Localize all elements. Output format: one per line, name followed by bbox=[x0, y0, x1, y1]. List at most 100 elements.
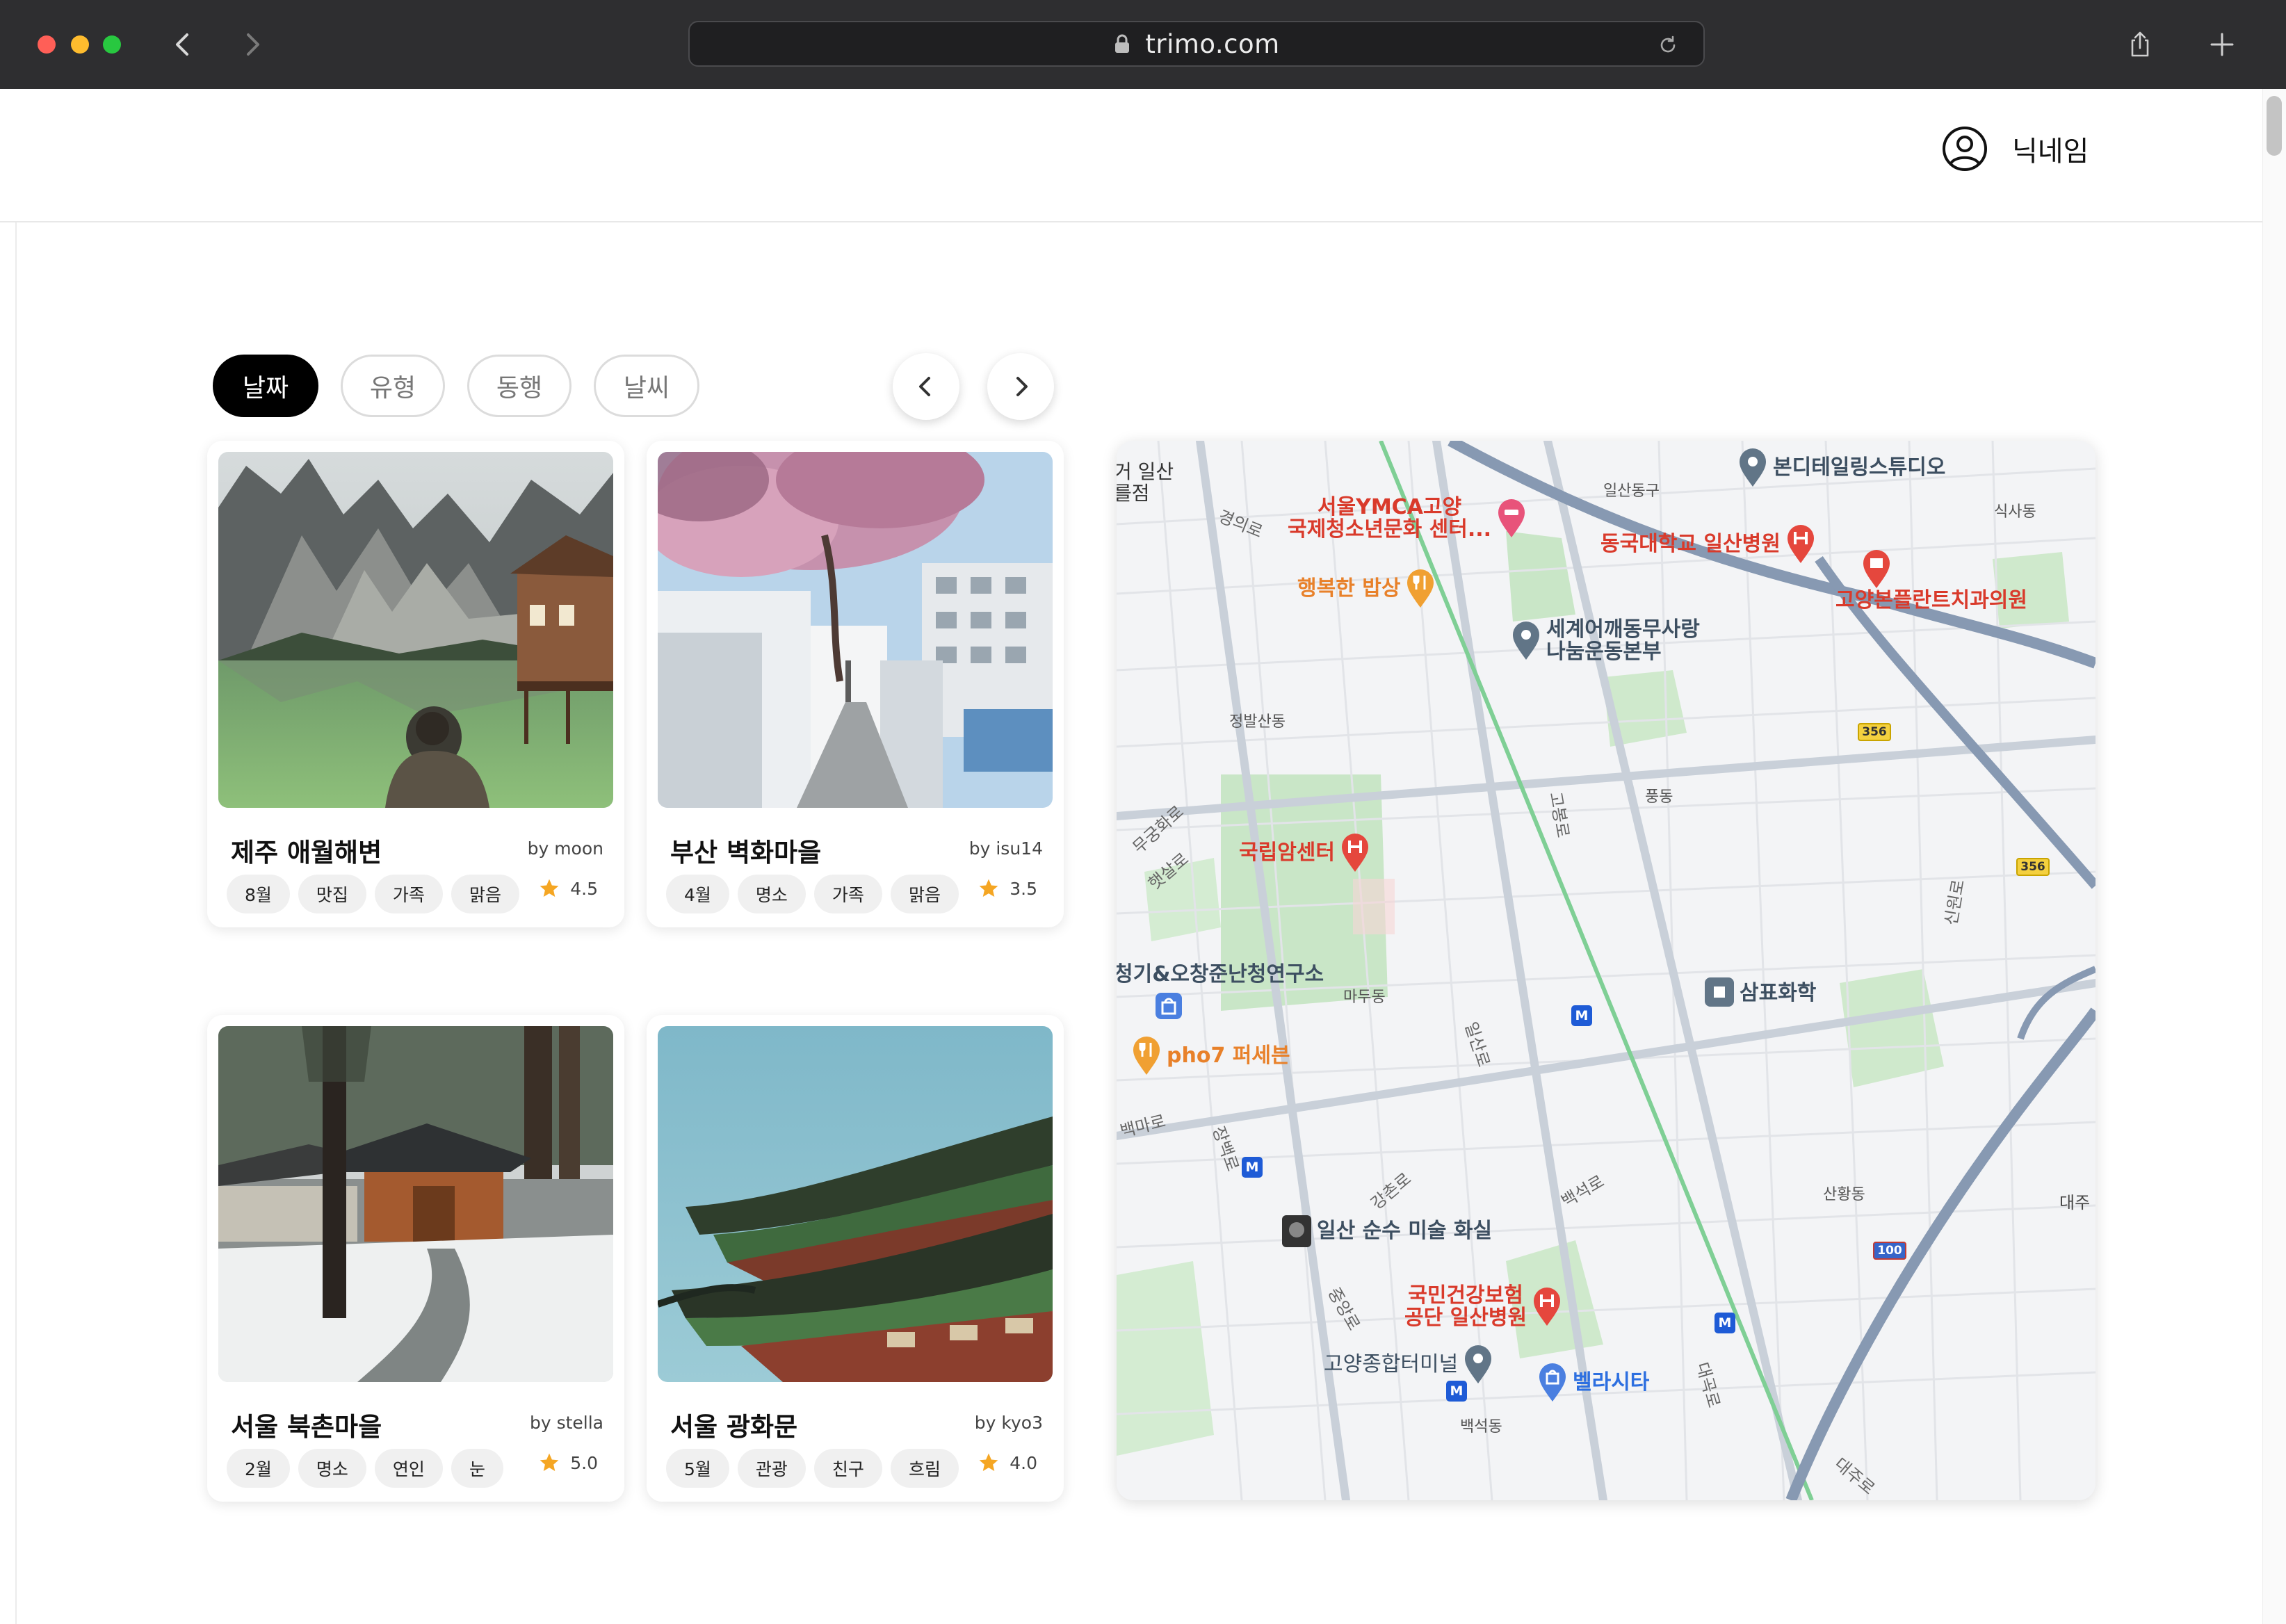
filter-date[interactable]: 날짜 bbox=[213, 355, 318, 417]
place-name: 고양본플란트치과의원 bbox=[1835, 588, 2027, 612]
metro-station-icon: M bbox=[1571, 1005, 1592, 1026]
district-label: 일산동구 bbox=[1603, 482, 1660, 500]
tag-type: 관광 bbox=[737, 1449, 806, 1488]
star-icon bbox=[979, 879, 998, 897]
map-place-marker[interactable]: 본디테일링스튜디오 bbox=[1737, 448, 1945, 488]
map-place-marker[interactable]: 일산 순수 미술 화실 bbox=[1281, 1211, 1492, 1251]
map-edge-label: 대주 bbox=[2059, 1193, 2091, 1212]
filter-type[interactable]: 유형 bbox=[341, 355, 445, 417]
location-pin-icon bbox=[1740, 448, 1766, 487]
nickname-label: 닉네임 bbox=[2012, 136, 2089, 168]
browser-toolbar: trimo.com bbox=[0, 0, 2286, 89]
map-place-marker[interactable]: 세계어깨동무사랑 나눔운동본부 bbox=[1510, 619, 1700, 663]
rating-value: 5.0 bbox=[570, 1452, 598, 1473]
building-pin-icon bbox=[1705, 977, 1734, 1007]
chevron-right-icon bbox=[1016, 377, 1028, 396]
card-rating: 5.0 bbox=[538, 1452, 598, 1474]
tag-type: 맛집 bbox=[298, 875, 366, 914]
map-place-marker[interactable]: 벨라시타 bbox=[1537, 1363, 1649, 1403]
place-name: 벨라시타 bbox=[1573, 1370, 1650, 1395]
district-label: 산황동 bbox=[1823, 1186, 1865, 1203]
travel-card[interactable]: 서울 북촌마을 by stella 2월 명소 연인 눈 5.0 bbox=[207, 1015, 624, 1502]
share-button[interactable] bbox=[2119, 24, 2161, 65]
route-badge: 356 bbox=[1858, 723, 1891, 741]
tag-month: 8월 bbox=[227, 875, 290, 914]
tag-companion: 연인 bbox=[374, 1449, 443, 1488]
minimize-window-button[interactable] bbox=[71, 35, 89, 54]
card-title: 서울 광화문 bbox=[670, 1412, 798, 1442]
tag-weather: 흐림 bbox=[890, 1449, 959, 1488]
rating-value: 4.0 bbox=[1010, 1452, 1037, 1473]
place-name: 동국대학교 일산병원 bbox=[1600, 532, 1781, 557]
close-window-button[interactable] bbox=[38, 35, 56, 54]
clinic-pin-icon bbox=[1863, 550, 1890, 588]
card-author: by isu14 bbox=[968, 838, 1043, 859]
hospital-pin-icon bbox=[1342, 834, 1368, 872]
left-divider bbox=[15, 222, 17, 1624]
url-text: trimo.com bbox=[1145, 29, 1280, 59]
metro-station-icon: M bbox=[1714, 1313, 1735, 1333]
address-bar[interactable]: trimo.com bbox=[688, 21, 1705, 67]
scrollbar-thumb[interactable] bbox=[2267, 96, 2282, 156]
card-author: by stella bbox=[529, 1413, 603, 1433]
shopping-pin-icon bbox=[1156, 992, 1182, 1019]
card-author: by moon bbox=[527, 838, 603, 859]
zoom-window-button[interactable] bbox=[103, 35, 121, 54]
map-place-marker[interactable]: pho7 퍼세븐 bbox=[1130, 1036, 1290, 1076]
hotel-pin-icon bbox=[1498, 498, 1525, 537]
place-name: 본디테일링스튜디오 bbox=[1773, 455, 1946, 480]
map-place-marker[interactable]: 국민건강보험 공단 일산병원 bbox=[1400, 1285, 1563, 1329]
travel-card[interactable]: 부산 벽화마을 by isu14 4월 명소 가족 맑음 3.5 bbox=[647, 441, 1064, 927]
location-pin-icon bbox=[1513, 621, 1539, 660]
prev-page-button[interactable] bbox=[893, 353, 959, 420]
travel-card[interactable]: 서울 광화문 by kyo3 5월 관광 친구 흐림 4.0 bbox=[647, 1015, 1064, 1502]
page-scrollbar[interactable] bbox=[2262, 89, 2286, 1624]
map-place-marker[interactable]: 고양본플란트치과의원 bbox=[1835, 549, 2027, 612]
tag-weather: 맑음 bbox=[890, 875, 959, 914]
card-photo bbox=[658, 1026, 1053, 1382]
tag-type: 명소 bbox=[737, 875, 806, 914]
place-name: 서울YMCA고양 국제청소년문화 센터... bbox=[1288, 495, 1492, 542]
map-place-marker[interactable]: 행복한 밥상 bbox=[1293, 569, 1436, 609]
filter-companion[interactable]: 동행 bbox=[467, 355, 572, 417]
map-view[interactable]: 일산동구 식사동 정발산동 풍동 마두동 산황동 백석동 경의로 일산로 중앙로… bbox=[1117, 441, 2096, 1500]
card-rating: 3.5 bbox=[978, 877, 1037, 900]
filter-weather[interactable]: 날씨 bbox=[594, 355, 699, 417]
back-button[interactable] bbox=[164, 25, 203, 64]
reload-icon[interactable] bbox=[1657, 35, 1678, 56]
place-name: 고양종합터미널 bbox=[1324, 1352, 1459, 1377]
map-place-marker[interactable]: 동국대학교 일산병원 bbox=[1596, 524, 1817, 565]
location-pin-icon bbox=[1465, 1345, 1492, 1383]
plus-icon bbox=[2210, 33, 2234, 56]
card-photo bbox=[218, 452, 613, 808]
map-edge-label: 거 일산 를점 bbox=[1117, 460, 1174, 505]
new-tab-button[interactable] bbox=[2201, 24, 2243, 65]
chevron-left-icon bbox=[176, 33, 188, 56]
map-place-marker[interactable]: 삼표화학 bbox=[1703, 973, 1816, 1014]
map-place-marker[interactable]: 고양종합터미널 bbox=[1320, 1345, 1494, 1385]
hospital-pin-icon bbox=[1534, 1287, 1561, 1326]
map-place-marker[interactable]: 청기&오창준난청연구소 bbox=[1117, 964, 1324, 1030]
profile-menu[interactable]: 닉네임 bbox=[1941, 125, 2089, 172]
travel-card[interactable]: 제주 애월해변 by moon 8월 맛집 가족 맑음 4.5 bbox=[207, 441, 624, 927]
place-name: 국립암센터 bbox=[1239, 841, 1335, 866]
card-author: by kyo3 bbox=[974, 1413, 1043, 1433]
map-place-marker[interactable]: 국립암센터 bbox=[1235, 833, 1371, 873]
route-badge: 356 bbox=[2016, 858, 2050, 876]
chevron-right-icon bbox=[247, 33, 259, 56]
tag-weather: 눈 bbox=[451, 1449, 503, 1488]
map-place-marker[interactable]: 서울YMCA고양 국제청소년문화 센터... bbox=[1283, 496, 1527, 540]
card-rating: 4.0 bbox=[978, 1452, 1037, 1474]
restaurant-pin-icon bbox=[1407, 569, 1434, 608]
photo-thumbnail-icon bbox=[1282, 1215, 1311, 1247]
star-icon bbox=[540, 879, 559, 897]
star-icon bbox=[540, 1453, 559, 1471]
tag-month: 2월 bbox=[227, 1449, 290, 1488]
share-icon bbox=[2131, 31, 2149, 57]
card-title: 제주 애월해변 bbox=[231, 838, 382, 868]
restaurant-pin-icon bbox=[1133, 1037, 1160, 1075]
district-label: 식사동 bbox=[1994, 503, 2036, 521]
rating-value: 4.5 bbox=[570, 878, 598, 899]
next-page-button[interactable] bbox=[987, 353, 1054, 420]
forward-button[interactable] bbox=[232, 25, 271, 64]
